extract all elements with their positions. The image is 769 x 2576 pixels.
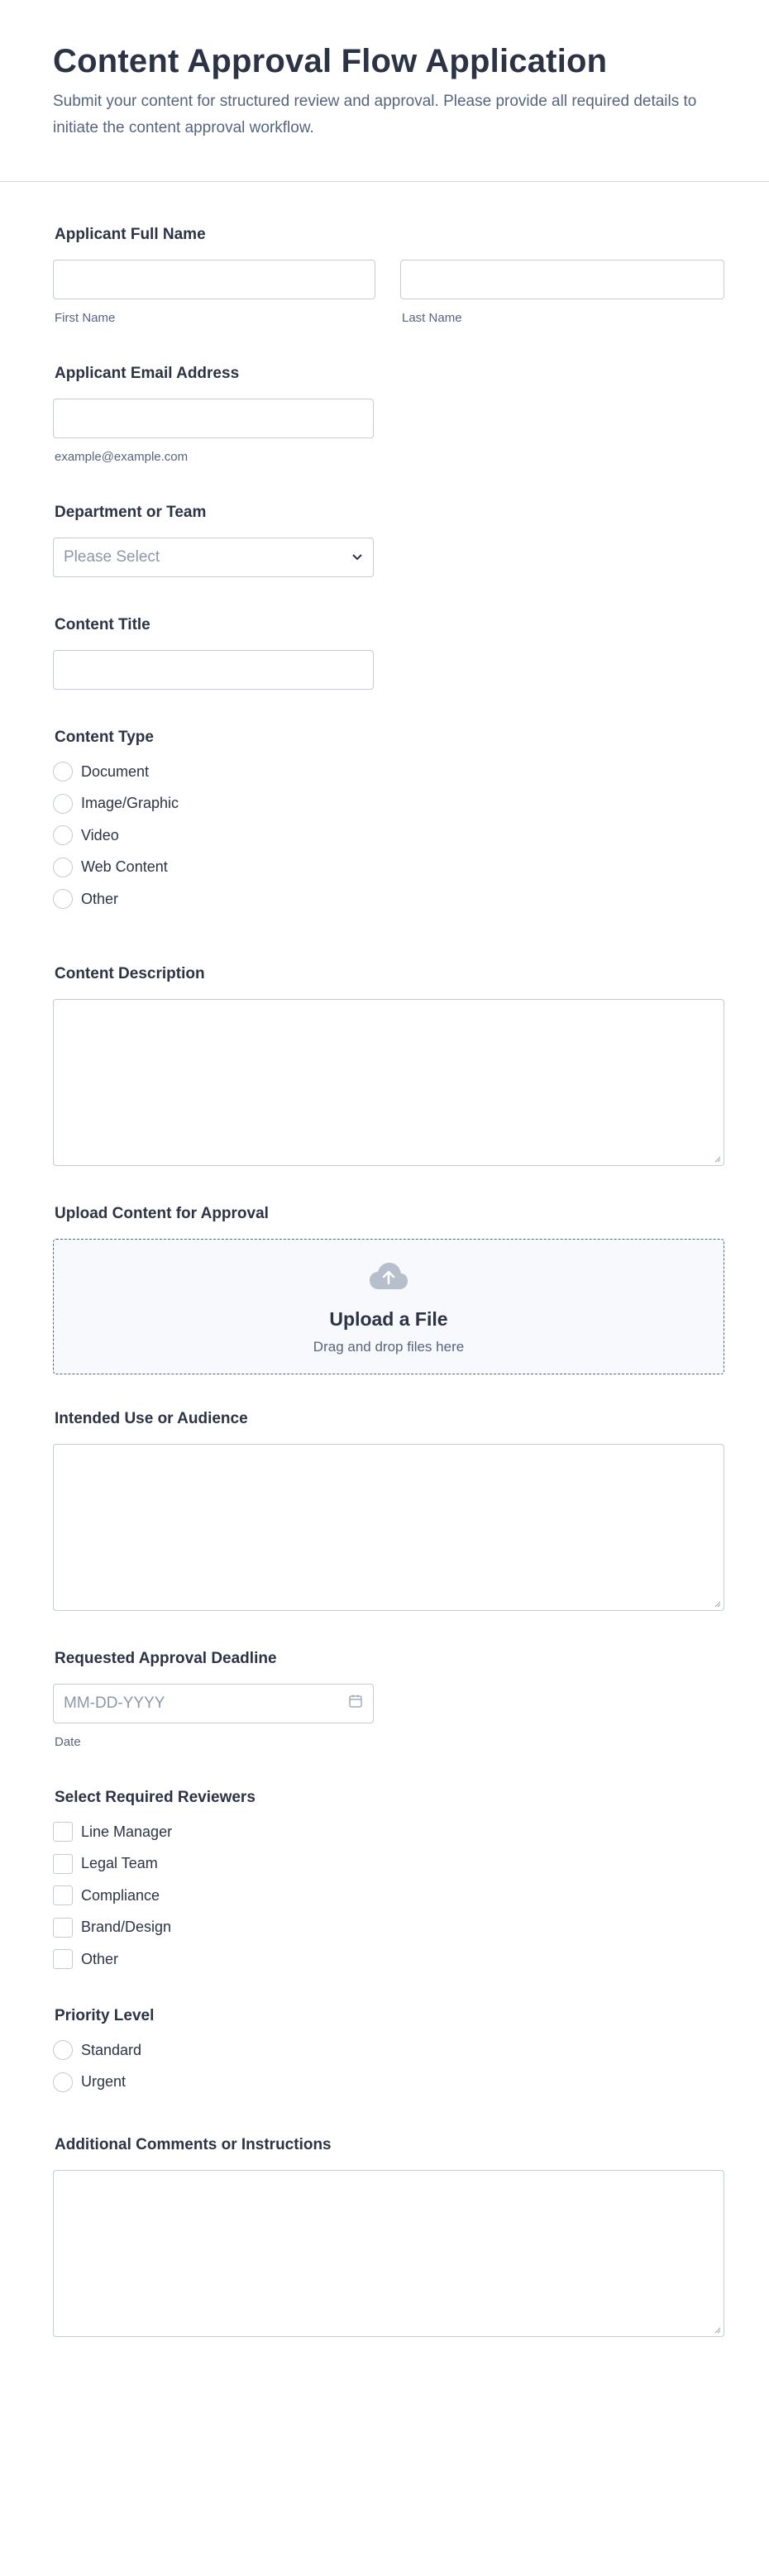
priority-options: Standard Urgent <box>53 2034 724 2098</box>
comments-textarea[interactable] <box>53 2170 724 2337</box>
cloud-upload-icon <box>369 1261 408 1295</box>
checkbox[interactable] <box>53 1822 73 1842</box>
radio-button[interactable] <box>53 2072 73 2092</box>
form-title: Content Approval Flow Application <box>53 43 608 79</box>
option-label: Image/Graphic <box>81 795 179 812</box>
radio-button[interactable] <box>53 2040 73 2061</box>
resize-grip-icon[interactable] <box>714 1156 721 1163</box>
content-type-option-other[interactable]: Other <box>53 883 724 915</box>
reviewer-option-brand[interactable]: Brand/Design <box>53 1912 724 1944</box>
option-label: Web Content <box>81 858 168 876</box>
intended-use-question: Intended Use or Audience <box>53 1409 724 1611</box>
resize-grip-icon[interactable] <box>714 2327 721 2334</box>
radio-button[interactable] <box>53 857 73 877</box>
radio-button[interactable] <box>53 889 73 910</box>
last-name-input[interactable] <box>400 260 724 299</box>
radio-button[interactable] <box>53 825 73 846</box>
full-name-label: Applicant Full Name <box>55 226 206 243</box>
upload-dropzone[interactable]: Upload a File Drag and drop files here <box>53 1239 724 1374</box>
resize-grip-icon[interactable] <box>714 1601 721 1608</box>
priority-option-urgent[interactable]: Urgent <box>53 2067 724 2099</box>
reviewers-question: Select Required Reviewers Line Manager L… <box>53 1788 724 1976</box>
form-header: Content Approval Flow Application Submit… <box>0 0 769 182</box>
content-description-label: Content Description <box>55 965 205 982</box>
reviewers-options: Line Manager Legal Team Compliance Brand… <box>53 1816 724 1976</box>
radio-button[interactable] <box>53 762 73 782</box>
content-type-option-video[interactable]: Video <box>53 820 724 852</box>
intended-use-label: Intended Use or Audience <box>55 1410 248 1427</box>
content-title-label: Content Title <box>55 616 150 633</box>
deadline-placeholder: MM-DD-YYYY <box>64 1694 165 1712</box>
calendar-icon[interactable] <box>348 1694 363 1713</box>
reviewers-label: Select Required Reviewers <box>55 1789 256 1806</box>
deadline-question: Requested Approval Deadline MM-DD-YYYY D… <box>53 1649 724 1749</box>
content-type-option-image[interactable]: Image/Graphic <box>53 788 724 820</box>
option-label: Urgent <box>81 2073 127 2091</box>
option-label: Line Manager <box>81 1823 173 1840</box>
option-label: Legal Team <box>81 1855 158 1872</box>
department-label: Department or Team <box>55 504 207 521</box>
content-description-question: Content Description <box>53 964 724 1166</box>
full-name-question: Applicant Full Name First Name Last Name <box>53 225 724 325</box>
checkbox[interactable] <box>53 1853 73 1874</box>
content-type-option-web[interactable]: Web Content <box>53 852 724 884</box>
checkbox[interactable] <box>53 1917 73 1938</box>
reviewer-option-line-manager[interactable]: Line Manager <box>53 1816 724 1848</box>
reviewer-option-other[interactable]: Other <box>53 1943 724 1976</box>
deadline-sublabel: Date <box>55 1735 81 1749</box>
option-label: Document <box>81 762 150 780</box>
department-select[interactable]: Please Select <box>53 538 374 577</box>
content-type-option-document[interactable]: Document <box>53 756 724 788</box>
content-type-options: Document Image/Graphic Video Web Content… <box>53 756 724 915</box>
option-label: Other <box>81 890 119 907</box>
checkbox[interactable] <box>53 1949 73 1970</box>
form-description: Submit your content for structured revie… <box>53 93 697 136</box>
first-name-sublabel: First Name <box>55 311 116 325</box>
email-input[interactable] <box>53 399 374 438</box>
comments-label: Additional Comments or Instructions <box>55 2136 332 2153</box>
option-label: Compliance <box>81 1886 160 1904</box>
department-question: Department or Team Please Select <box>53 503 724 577</box>
priority-option-standard[interactable]: Standard <box>53 2034 724 2067</box>
option-label: Brand/Design <box>81 1919 172 1936</box>
comments-question: Additional Comments or Instructions <box>53 2135 724 2337</box>
upload-label: Upload Content for Approval <box>55 1205 269 1222</box>
content-title-question: Content Title <box>53 615 724 690</box>
content-type-label: Content Type <box>55 729 154 746</box>
priority-label: Priority Level <box>55 2007 155 2024</box>
reviewer-option-legal[interactable]: Legal Team <box>53 1848 724 1881</box>
intended-use-textarea[interactable] <box>53 1444 724 1611</box>
checkbox[interactable] <box>53 1885 73 1906</box>
chevron-down-icon <box>351 548 363 566</box>
email-question: Applicant Email Address example@example.… <box>53 364 724 464</box>
department-placeholder: Please Select <box>64 548 160 566</box>
content-title-input[interactable] <box>53 650 374 690</box>
upload-question: Upload Content for Approval Upload a Fil… <box>53 1204 724 1374</box>
priority-question: Priority Level Standard Urgent <box>53 2006 724 2098</box>
option-label: Video <box>81 826 119 844</box>
reviewer-option-compliance[interactable]: Compliance <box>53 1880 724 1912</box>
content-type-question: Content Type Document Image/Graphic Vide… <box>53 728 724 915</box>
email-sublabel: example@example.com <box>55 450 189 464</box>
radio-button[interactable] <box>53 793 73 814</box>
upload-title: Upload a File <box>329 1308 448 1330</box>
content-description-textarea[interactable] <box>53 999 724 1166</box>
option-label: Other <box>81 1950 119 1967</box>
option-label: Standard <box>81 2041 142 2058</box>
upload-subtitle: Drag and drop files here <box>313 1339 465 1355</box>
first-name-input[interactable] <box>53 260 375 299</box>
deadline-label: Requested Approval Deadline <box>55 1650 277 1667</box>
email-label: Applicant Email Address <box>55 365 240 382</box>
deadline-date-input[interactable]: MM-DD-YYYY <box>53 1684 374 1723</box>
last-name-sublabel: Last Name <box>402 311 462 325</box>
